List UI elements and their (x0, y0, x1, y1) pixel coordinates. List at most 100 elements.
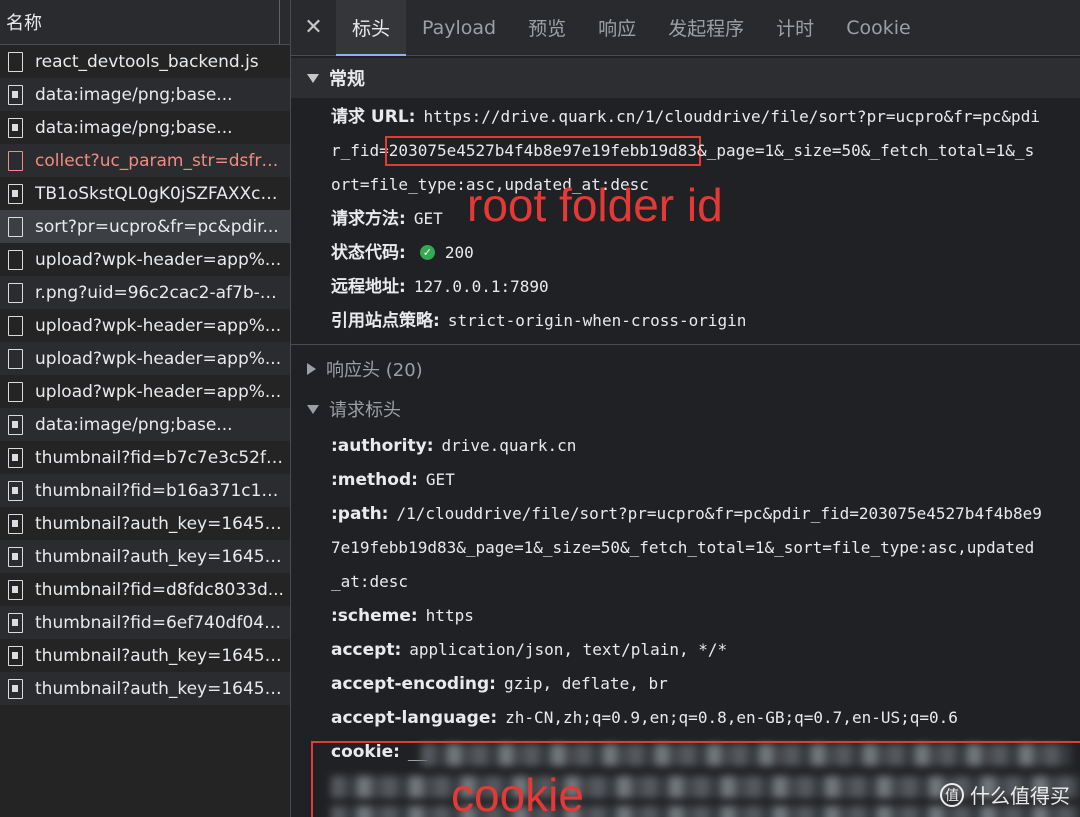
request-row-label: thumbnail?fid=6ef740df04ff... (35, 612, 285, 633)
request-row-label: TB1oSkstQL0gK0jSZFAXXcA... (35, 183, 285, 204)
remote-address-row: 远程地址: 127.0.0.1:7890 (291, 270, 1080, 304)
request-row-label: thumbnail?fid=b16a371c10... (35, 480, 285, 501)
path-row: :path: /1/clouddrive/file/sort?pr=ucpro&f… (291, 497, 1080, 531)
request-row[interactable]: data:image/png;base... (0, 111, 290, 144)
request-row-label: data:image/png;base... (35, 414, 233, 435)
referrer-policy-row: 引用站点策略: strict-origin-when-cross-origin (291, 304, 1080, 338)
request-row[interactable]: sort?pr=ucpro&fr=pc&pdir... (0, 210, 290, 243)
accept-language-row: accept-language: zh-CN,zh;q=0.9,en;q=0.8,… (291, 701, 1080, 735)
document-file-icon (8, 282, 23, 303)
method-header-row: :method: GET (291, 463, 1080, 497)
remote-address-key: 远程地址: (331, 277, 406, 297)
response-headers-toggle[interactable]: 响应头 (20) (291, 349, 1080, 389)
authority-key: :authority: (331, 436, 434, 456)
request-row[interactable]: upload?wpk-header=app%... (0, 375, 290, 408)
name-column-label: 名称 (6, 13, 42, 34)
image-file-icon (8, 414, 23, 435)
request-row[interactable]: react_devtools_backend.js (0, 45, 290, 78)
request-row-label: upload?wpk-header=app%... (35, 315, 282, 336)
request-row[interactable]: thumbnail?auth_key=16451... (0, 639, 290, 672)
request-url-line1: https://drive.quark.cn/1/clouddrive/file… (423, 107, 1040, 126)
request-list: react_devtools_backend.js data:image/png;… (0, 45, 290, 705)
request-row[interactable]: r.png?uid=96c2cac2-af7b-4... (0, 276, 290, 309)
authority-row: :authority: drive.quark.cn (291, 429, 1080, 463)
document-file-icon (8, 315, 23, 336)
general-section-toggle[interactable]: 常规 (291, 58, 1080, 98)
accept-encoding-key: accept-encoding: (331, 674, 496, 694)
request-row[interactable]: upload?wpk-header=app%... (0, 243, 290, 276)
status-code-row: 状态代码: ✓ 200 (291, 236, 1080, 270)
triangle-down-icon (307, 73, 319, 83)
watermark-text: 什么值得买 (970, 784, 1070, 808)
request-row-label: thumbnail?auth_key=16451... (35, 678, 285, 699)
request-row[interactable]: thumbnail?auth_key=16451... (0, 672, 290, 705)
request-row[interactable]: thumbnail?fid=6ef740df04ff... (0, 606, 290, 639)
document-file-icon (8, 51, 23, 72)
tab-preview[interactable]: 预览 (512, 0, 582, 55)
referrer-policy-value: strict-origin-when-cross-origin (447, 311, 747, 330)
path-line1: /1/clouddrive/file/sort?pr=ucpro&fr=pc&p… (396, 504, 1042, 523)
tab-cookie[interactable]: Cookie (830, 0, 927, 55)
image-file-icon (8, 117, 23, 138)
image-file-icon (8, 546, 23, 567)
smzdm-logo-icon: 值 (940, 782, 964, 807)
path-row-cont: 7e19febb19d83&_page=1&_size=50&_fetch_to… (291, 531, 1080, 565)
request-row[interactable]: upload?wpk-header=app%... (0, 309, 290, 342)
referrer-policy-key: 引用站点策略: (331, 311, 440, 331)
tab-initiator[interactable]: 发起程序 (652, 0, 760, 55)
accept-value: application/json, text/plain, */* (409, 640, 728, 659)
details-tab-bar: ✕ 标头 Payload 预览 响应 发起程序 计时 Cookie (291, 0, 1080, 56)
cookie-annotation: cookie (451, 769, 584, 817)
request-row[interactable]: thumbnail?fid=b7c7e3c52f6... (0, 441, 290, 474)
tab-payload[interactable]: Payload (406, 0, 512, 55)
image-file-icon (8, 645, 23, 666)
name-column-header[interactable]: 名称 (0, 0, 290, 45)
accept-row: accept: application/json, text/plain, */* (291, 633, 1080, 667)
request-details-panel: ✕ 标头 Payload 预览 响应 发起程序 计时 Cookie 常规 请求 … (291, 0, 1080, 817)
image-file-icon (8, 447, 23, 468)
request-url-key: 请求 URL: (331, 107, 416, 127)
request-row-label: thumbnail?fid=b7c7e3c52f6... (35, 447, 285, 468)
triangle-down-icon (307, 404, 319, 414)
root-folder-id-annotation: root folder id (467, 179, 723, 231)
remote-address-value: 127.0.0.1:7890 (413, 277, 549, 296)
close-icon: ✕ (304, 15, 323, 40)
close-details-button[interactable]: ✕ (291, 0, 336, 55)
tab-headers[interactable]: 标头 (336, 0, 407, 56)
request-row[interactable]: thumbnail?fid=b16a371c10... (0, 474, 290, 507)
request-row-label: upload?wpk-header=app%... (35, 381, 282, 402)
request-row[interactable]: thumbnail?auth_key=16451... (0, 507, 290, 540)
request-headers-toggle[interactable]: 请求标头 (291, 389, 1080, 429)
image-file-icon (8, 480, 23, 501)
request-method-key: 请求方法: (331, 209, 406, 229)
request-row-label: thumbnail?auth_key=16451... (35, 546, 285, 567)
request-row-label: react_devtools_backend.js (35, 51, 259, 72)
accept-key: accept: (331, 640, 402, 660)
request-row[interactable]: TB1oSkstQL0gK0jSZFAXXcA... (0, 177, 290, 210)
document-file-icon (8, 348, 23, 369)
tab-response[interactable]: 响应 (582, 0, 652, 55)
request-method-value: GET (413, 209, 443, 228)
request-row[interactable]: data:image/png;base... (0, 78, 290, 111)
status-code-value: 200 (444, 243, 474, 262)
site-watermark: 值 什么值得买 (940, 780, 1070, 809)
general-section-title: 常规 (329, 69, 365, 90)
document-file-icon (8, 381, 23, 402)
request-list-panel: 名称 react_devtools_backend.js data:image/p… (0, 0, 291, 817)
method-header-value: GET (425, 470, 455, 489)
request-headers-body: :authority: drive.quark.cn :method: GET :p… (291, 429, 1080, 769)
request-row[interactable]: thumbnail?fid=d8fdc8033d... (0, 573, 290, 606)
request-row[interactable]: collect?uc_param_str=dsfrpf... (0, 144, 290, 177)
request-row-label: upload?wpk-header=app%... (35, 348, 282, 369)
request-row[interactable]: data:image/png;base... (0, 408, 290, 441)
request-row[interactable]: upload?wpk-header=app%... (0, 342, 290, 375)
request-row-label: data:image/png;base... (35, 117, 233, 138)
image-file-icon (8, 183, 23, 204)
request-row[interactable]: thumbnail?auth_key=16451... (0, 540, 290, 573)
path-line2: 7e19febb19d83&_page=1&_size=50&_fetch_to… (331, 538, 1035, 557)
tab-timing[interactable]: 计时 (760, 0, 830, 55)
scheme-row: :scheme: https (291, 599, 1080, 633)
accept-language-key: accept-language: (331, 708, 498, 728)
request-row-label: sort?pr=ucpro&fr=pc&pdir... (35, 216, 279, 237)
column-resizer[interactable] (279, 0, 290, 44)
